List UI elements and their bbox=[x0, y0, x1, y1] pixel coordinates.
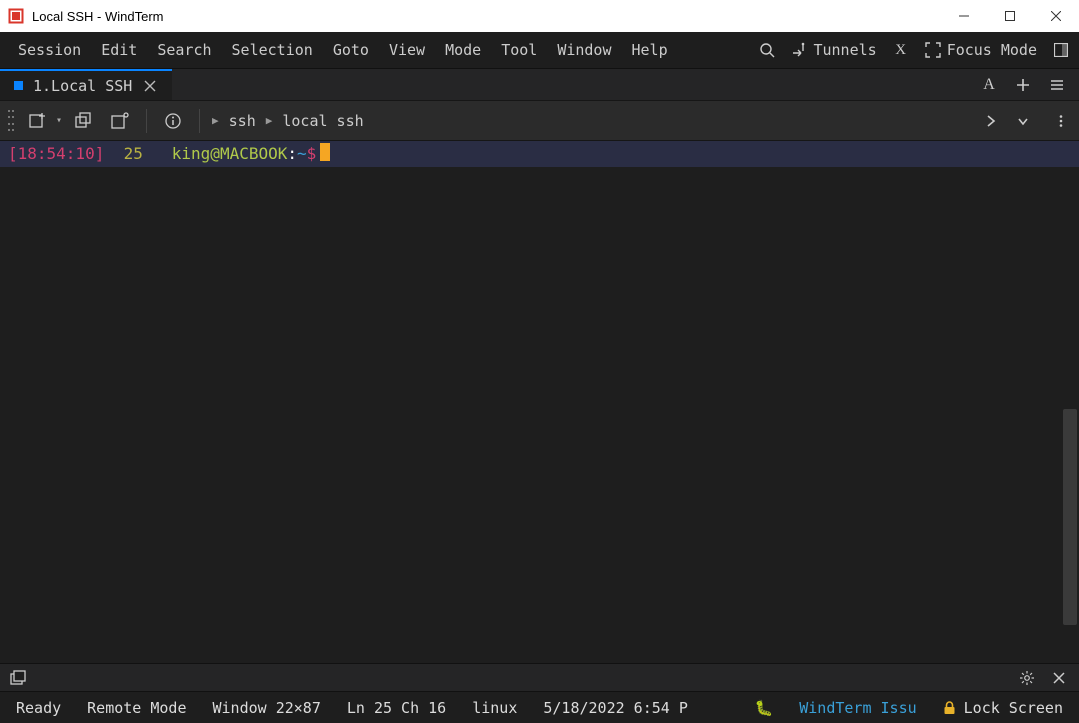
menu-search[interactable]: Search bbox=[147, 35, 221, 65]
x-command-icon[interactable]: X bbox=[891, 40, 911, 60]
popout-window-button[interactable] bbox=[106, 107, 134, 135]
bottom-panel-header bbox=[0, 663, 1079, 691]
chevron-down-icon[interactable]: ▾ bbox=[56, 115, 62, 126]
status-bar: Ready Remote Mode Window 22×87 Ln 25 Ch … bbox=[0, 691, 1079, 723]
session-tabbar: 1.Local SSH A bbox=[0, 69, 1079, 101]
tab-label: 1.Local SSH bbox=[33, 77, 132, 95]
panel-stack-icon[interactable] bbox=[10, 670, 26, 686]
menu-window[interactable]: Window bbox=[547, 35, 621, 65]
menu-edit[interactable]: Edit bbox=[91, 35, 147, 65]
status-ready: Ready bbox=[16, 699, 61, 717]
menu-tool[interactable]: Tool bbox=[491, 35, 547, 65]
app-logo-icon bbox=[8, 8, 24, 24]
toolbar-divider bbox=[146, 109, 147, 133]
status-os: linux bbox=[472, 699, 517, 717]
breadcrumb-item[interactable]: ssh bbox=[229, 112, 256, 130]
window-minimize-button[interactable] bbox=[941, 0, 987, 32]
tunnels-label: Tunnels bbox=[813, 41, 876, 59]
window-close-button[interactable] bbox=[1033, 0, 1079, 32]
menu-mode[interactable]: Mode bbox=[435, 35, 491, 65]
status-issues-link[interactable]: WindTerm Issu bbox=[799, 699, 916, 717]
menu-session[interactable]: Session bbox=[8, 35, 91, 65]
status-remote-mode[interactable]: Remote Mode bbox=[87, 699, 186, 717]
chevron-right-icon: ▶ bbox=[212, 114, 219, 127]
tab-overflow-menu-button[interactable] bbox=[1047, 75, 1067, 95]
prompt-symbol: $ bbox=[307, 143, 317, 165]
window-maximize-button[interactable] bbox=[987, 0, 1033, 32]
prompt-timestamp: [18:54:10] bbox=[8, 143, 104, 165]
focus-mode-icon bbox=[925, 42, 941, 58]
prompt-path: ~ bbox=[297, 143, 307, 165]
panel-settings-button[interactable] bbox=[1017, 668, 1037, 688]
panel-close-button[interactable] bbox=[1049, 668, 1069, 688]
lock-screen-button[interactable]: Lock Screen bbox=[943, 699, 1063, 717]
tab-local-ssh[interactable]: 1.Local SSH bbox=[0, 69, 172, 100]
window-titlebar: Local SSH - WindTerm bbox=[0, 0, 1079, 32]
menubar: Session Edit Search Selection Goto View … bbox=[0, 32, 1079, 69]
lock-screen-label: Lock Screen bbox=[964, 699, 1063, 717]
worm-icon: 🐛 bbox=[755, 699, 774, 717]
more-vertical-icon[interactable] bbox=[1051, 111, 1071, 131]
breadcrumb-go-button[interactable] bbox=[981, 111, 1001, 131]
status-window-dims: Window 22×87 bbox=[213, 699, 321, 717]
terminal-line: [18:54:10] 25 king@ MACBOOK: ~ $ bbox=[0, 141, 1079, 167]
status-caret-pos[interactable]: Ln 25 Ch 16 bbox=[347, 699, 446, 717]
focus-mode-label: Focus Mode bbox=[947, 41, 1037, 59]
breadcrumb-dropdown-button[interactable] bbox=[1013, 111, 1033, 131]
port-forward-icon bbox=[791, 42, 807, 58]
breadcrumb-item[interactable]: local ssh bbox=[282, 112, 363, 130]
session-toolbar: ▾ ▶ ssh ▶ local ssh bbox=[0, 101, 1079, 141]
tunnels-button[interactable]: Tunnels bbox=[787, 39, 880, 61]
terminal-viewport[interactable]: [18:54:10] 25 king@ MACBOOK: ~ $ bbox=[0, 141, 1079, 663]
terminal-cursor bbox=[320, 143, 330, 161]
focus-mode-button[interactable]: Focus Mode bbox=[921, 39, 1041, 61]
prompt-host: MACBOOK bbox=[220, 143, 287, 165]
menu-goto[interactable]: Goto bbox=[323, 35, 379, 65]
tab-close-button[interactable] bbox=[142, 80, 158, 92]
layout-panel-icon[interactable] bbox=[1051, 40, 1071, 60]
window-title: Local SSH - WindTerm bbox=[32, 9, 163, 24]
scrollbar-thumb[interactable] bbox=[1063, 409, 1077, 625]
search-icon[interactable] bbox=[757, 40, 777, 60]
new-window-button[interactable] bbox=[24, 107, 52, 135]
breadcrumb[interactable]: ▶ ssh ▶ local ssh bbox=[212, 112, 364, 130]
tab-active-indicator-icon bbox=[14, 81, 23, 90]
status-datetime: 5/18/2022 6:54 P bbox=[543, 699, 688, 717]
menu-view[interactable]: View bbox=[379, 35, 435, 65]
prompt-line-number: 25 bbox=[124, 143, 143, 165]
prompt-user: king bbox=[172, 143, 211, 165]
chevron-right-icon: ▶ bbox=[266, 114, 273, 127]
font-settings-button[interactable]: A bbox=[979, 75, 999, 95]
menu-selection[interactable]: Selection bbox=[222, 35, 323, 65]
new-tab-button[interactable] bbox=[1013, 75, 1033, 95]
menu-help[interactable]: Help bbox=[622, 35, 678, 65]
info-icon[interactable] bbox=[159, 107, 187, 135]
duplicate-window-button[interactable] bbox=[70, 107, 98, 135]
lock-icon bbox=[943, 701, 956, 715]
toolbar-divider bbox=[199, 109, 200, 133]
toolbar-grip-icon[interactable] bbox=[8, 110, 16, 132]
